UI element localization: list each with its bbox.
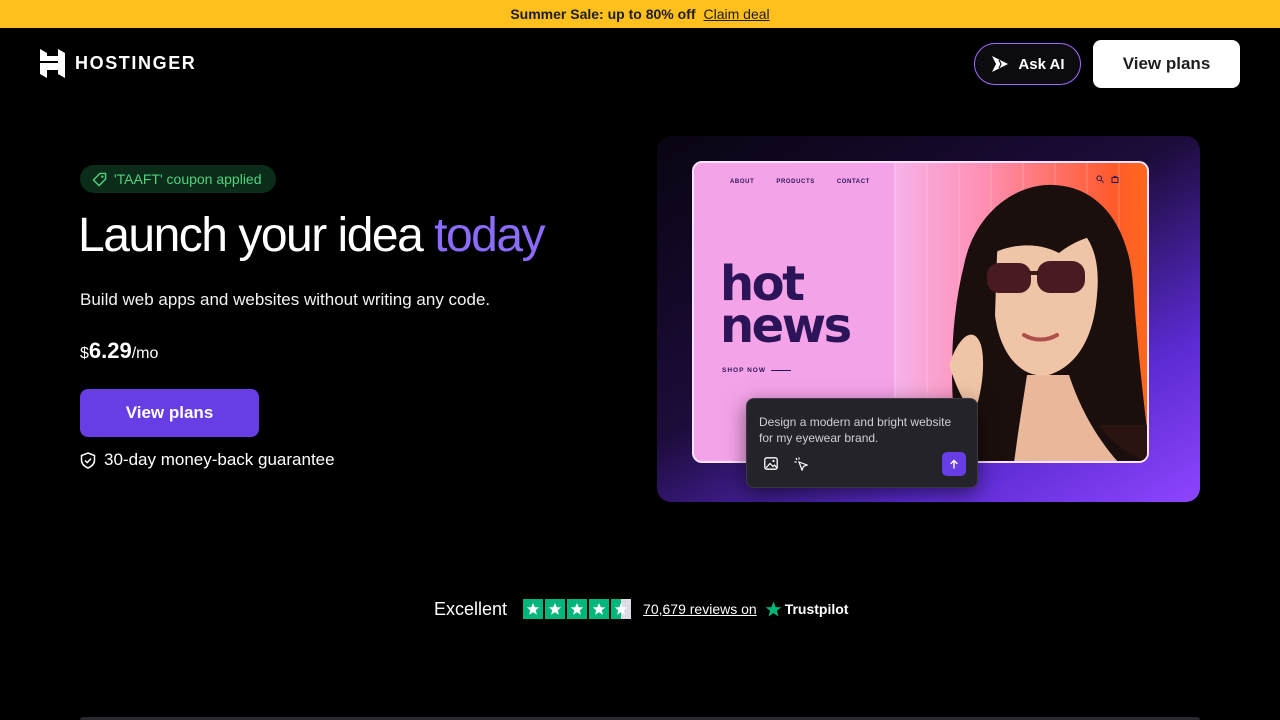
hero-subtitle: Build web apps and websites without writ… <box>80 290 491 309</box>
mockup-title-line2: news <box>720 298 852 354</box>
cursor-sparkle-icon[interactable] <box>794 457 808 471</box>
trustpilot-brand[interactable]: Trustpilot <box>765 601 849 618</box>
mockup-nav-about: ABOUT <box>730 179 755 185</box>
view-plans-cta-button[interactable]: View plans <box>80 389 259 437</box>
mockup-nav-products: PRODUCTS <box>776 179 815 185</box>
arrow-up-icon <box>950 459 958 469</box>
price-amount: 6.29 <box>88 338 132 363</box>
star-icon <box>567 599 588 619</box>
price-display: $6.29/mo <box>80 338 158 364</box>
ai-prompt-card[interactable]: Design a modern and bright website for m… <box>746 398 978 488</box>
price-currency: $ <box>80 345 89 362</box>
mockup-shop-label: SHOP NOW <box>722 367 766 374</box>
image-icon[interactable] <box>764 457 778 470</box>
review-count-link[interactable]: 70,679 reviews on <box>643 601 757 617</box>
view-plans-header-button[interactable]: View plans <box>1093 40 1240 88</box>
coupon-badge: 'TAAFT' coupon applied <box>80 165 276 193</box>
rating-word: Excellent <box>434 598 508 619</box>
star-icon <box>545 599 566 619</box>
guarantee-text: 30-day money-back guarantee <box>104 450 335 469</box>
trustpilot-star-icon <box>765 601 782 617</box>
mockup-shop-now: SHOP NOW <box>722 367 791 374</box>
claim-deal-link[interactable]: Claim deal <box>704 6 770 22</box>
half-star-icon <box>611 599 632 619</box>
trustpilot-label: Trustpilot <box>784 601 849 617</box>
hostinger-logo[interactable]: HOSTINGER <box>40 49 196 78</box>
arrow-right-icon <box>771 370 791 371</box>
star-icon <box>589 599 610 619</box>
promo-text: Summer Sale: up to 80% off <box>510 6 696 22</box>
logo-wordmark: HOSTINGER <box>75 53 197 73</box>
headline-accent: today <box>434 209 545 262</box>
shield-check-icon <box>80 451 96 469</box>
prompt-text[interactable]: Design a modern and bright website for m… <box>759 414 964 446</box>
star-rating <box>523 599 632 619</box>
hero-headline: Launch your idea today <box>78 208 546 263</box>
promo-banner: Summer Sale: up to 80% off Claim deal <box>0 0 1280 28</box>
mockup-nav-contact: CONTACT <box>836 179 870 185</box>
mockup-nav: ABOUT PRODUCTS CONTACT <box>730 179 870 185</box>
sparkle-icon <box>992 56 1009 72</box>
ask-ai-label: Ask AI <box>1018 55 1065 73</box>
coupon-text: 'TAAFT' coupon applied <box>114 171 262 187</box>
hostinger-logo-icon <box>40 49 65 78</box>
ask-ai-button[interactable]: Ask AI <box>974 43 1081 85</box>
send-button[interactable] <box>942 452 966 476</box>
tag-icon <box>92 172 107 186</box>
star-icon <box>523 599 544 619</box>
trustpilot-reviews: Excellent 70,679 reviews on Trustpilot <box>434 597 848 621</box>
mockup-title: hot news <box>720 260 852 354</box>
price-period: /mo <box>131 345 159 362</box>
money-back-guarantee: 30-day money-back guarantee <box>80 450 335 470</box>
headline-main: Launch your idea <box>78 209 424 262</box>
